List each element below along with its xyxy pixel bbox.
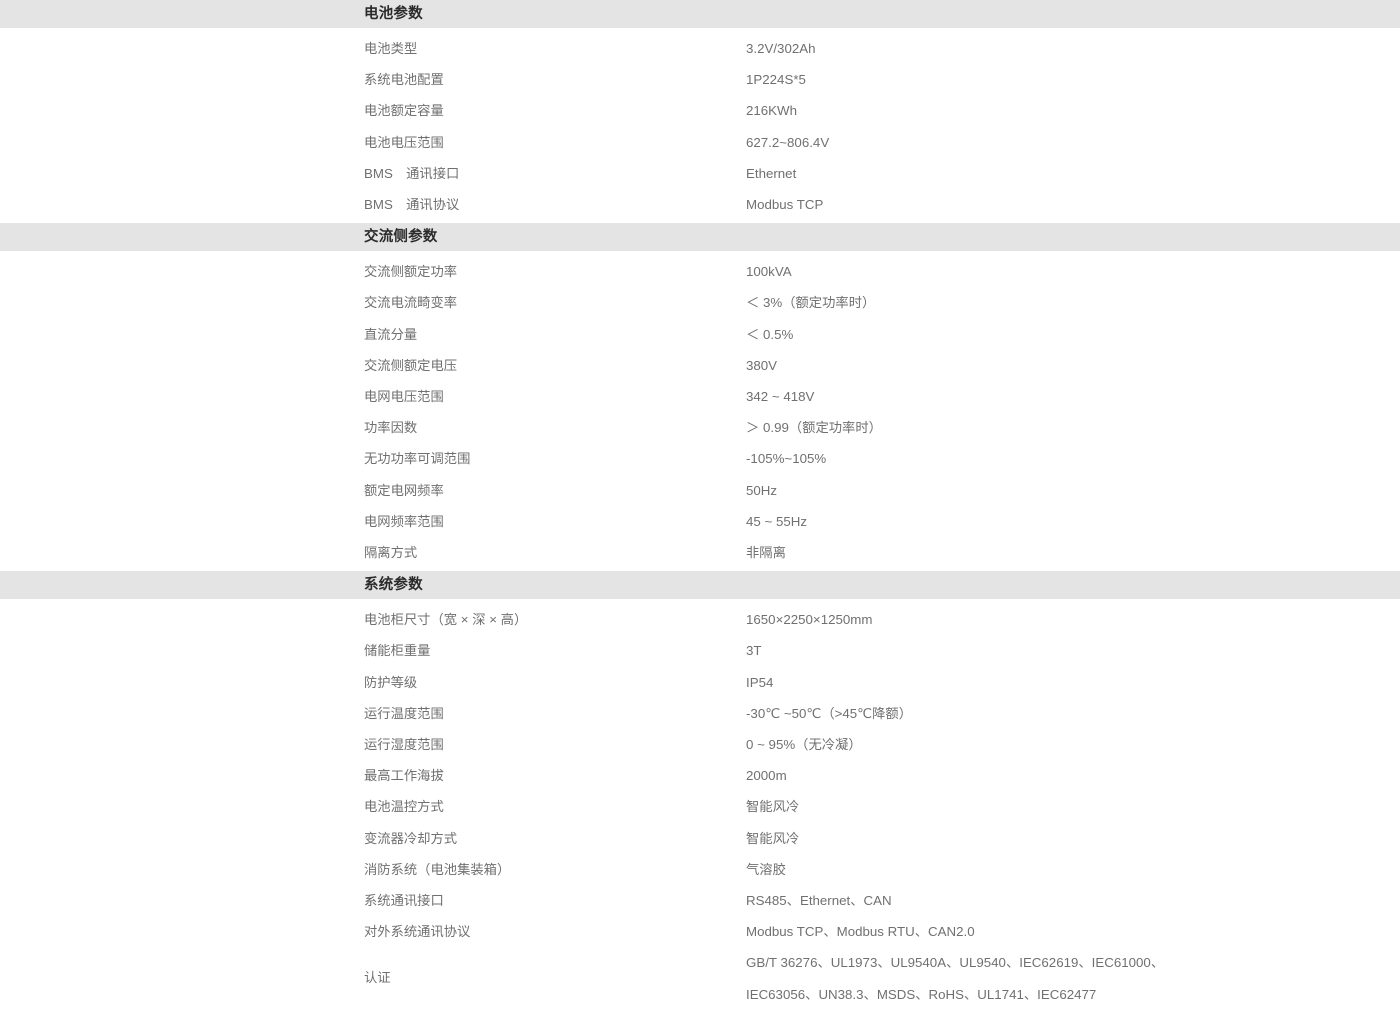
spec-row: 交流电流畸变率 ＜ 3%（额定功率时） (0, 287, 1400, 318)
spec-value: 3.2V/302Ah (746, 41, 816, 56)
spec-row: 防护等级 IP54 (0, 667, 1400, 698)
spec-label: 无功功率可调范围 (364, 451, 471, 467)
spec-label: 认证 (364, 970, 391, 986)
certification-line: IEC63056、UN38.3、MSDS、RoHS、UL1741、IEC6247… (746, 986, 1097, 1002)
spec-label: 电池类型 (364, 41, 418, 56)
section-header-battery-parameters: 电池参数 (0, 0, 1400, 28)
spec-value: 3T (746, 643, 762, 659)
spec-value: 380V (746, 357, 778, 373)
spec-value: 智能风冷 (746, 830, 800, 846)
spec-row: 系统电池配置 1P224S*5 (0, 64, 1400, 95)
spec-value: 342 ~ 418V (746, 389, 815, 405)
spec-row: 电池额定容量 216KWh (0, 95, 1400, 126)
spec-row: 变流器冷却方式 智能风冷 (0, 823, 1400, 854)
spec-label: 变流器冷却方式 (364, 830, 458, 846)
spec-value: GB/T 36276、UL1973、UL9540A、UL9540、IEC6261… (746, 947, 1400, 1009)
spec-label: 功率因数 (364, 420, 418, 436)
spec-value: 100kVA (746, 264, 792, 280)
spec-row: 储能柜重量 3T (0, 635, 1400, 666)
section-title: 系统参数 (364, 577, 423, 593)
spec-row: 运行温度范围 -30℃ ~50℃（>45℃降额） (0, 698, 1400, 729)
spec-value: Ethernet (746, 165, 797, 181)
section-title: 电池参数 (364, 5, 423, 22)
spec-value: IP54 (746, 674, 774, 690)
section-title: 交流侧参数 (364, 228, 438, 245)
spec-label: 电池温控方式 (364, 799, 444, 815)
spec-row: BMS 通讯协议 Modbus TCP (0, 189, 1400, 220)
section-rows-battery-parameters: 电池类型 3.2V/302Ah 系统电池配置 1P224S*5 电池额定容量 2… (0, 33, 1400, 220)
spec-row-certification: 认证 GB/T 36276、UL1973、UL9540A、UL9540、IEC6… (0, 947, 1400, 1009)
spec-value: 50Hz (746, 482, 778, 498)
certification-line: GB/T 36276、UL1973、UL9540A、UL9540、IEC6261… (746, 955, 1165, 971)
spec-row: 电池温控方式 智能风冷 (0, 791, 1400, 822)
spec-value: ＜ 0.5% (746, 326, 794, 342)
spec-label: 电网频率范围 (364, 513, 444, 529)
spec-label: 额定电网频率 (364, 482, 444, 498)
spec-value: 0 ~ 95%（无冷凝） (746, 737, 862, 753)
spec-label: BMS 通讯协议 (364, 197, 460, 213)
spec-label: 运行温度范围 (364, 705, 444, 721)
spec-row: BMS 通讯接口 Ethernet (0, 158, 1400, 189)
spec-value: ＞ 0.99（额定功率时） (746, 420, 882, 436)
spec-label: 电池电压范围 (364, 134, 444, 150)
spec-label: 交流电流畸变率 (364, 295, 458, 311)
spec-value: 2000m (746, 768, 787, 784)
spec-label: 交流侧额定功率 (364, 264, 458, 280)
spec-label: 防护等级 (364, 674, 418, 690)
spec-label: 对外系统通讯协议 (364, 924, 471, 940)
spec-value: ＜ 3%（额定功率时） (746, 295, 876, 311)
spec-row: 交流侧额定功率 100kVA (0, 256, 1400, 287)
spec-row: 隔离方式 非隔离 (0, 537, 1400, 568)
spec-row: 消防系统（电池集装箱） 气溶胶 (0, 854, 1400, 885)
spec-row: 电网电压范围 342 ~ 418V (0, 381, 1400, 412)
section-rows-ac-side-parameters: 交流侧额定功率 100kVA 交流电流畸变率 ＜ 3%（额定功率时） 直流分量 … (0, 256, 1400, 568)
spec-sheet: 电池参数 电池类型 3.2V/302Ah 系统电池配置 1P224S*5 电池额… (0, 0, 1400, 1033)
spec-row: 直流分量 ＜ 0.5% (0, 319, 1400, 350)
spec-label: 电网电压范围 (364, 389, 444, 405)
spec-label: 直流分量 (364, 326, 418, 342)
section-rows-system-parameters: 电池柜尺寸（宽 × 深 × 高） 1650×2250×1250mm 储能柜重量 … (0, 604, 1400, 1010)
spec-value: -30℃ ~50℃（>45℃降额） (746, 705, 913, 721)
spec-row: 电池电压范围 627.2~806.4V (0, 127, 1400, 158)
spec-row: 交流侧额定电压 380V (0, 350, 1400, 381)
spec-value: 216KWh (746, 103, 797, 119)
section-header-system-parameters: 系统参数 (0, 571, 1400, 600)
spec-row: 电池类型 3.2V/302Ah (0, 33, 1400, 64)
spec-label: 系统通讯接口 (364, 893, 444, 909)
spec-row: 电网频率范围 45 ~ 55Hz (0, 506, 1400, 537)
spec-row: 运行湿度范围 0 ~ 95%（无冷凝） (0, 729, 1400, 760)
spec-row: 最高工作海拔 2000m (0, 760, 1400, 791)
spec-row: 功率因数 ＞ 0.99（额定功率时） (0, 412, 1400, 443)
spec-label: 消防系统（电池集装箱） (364, 861, 511, 877)
spec-value: RS485、Ethernet、CAN (746, 893, 892, 909)
spec-label: 储能柜重量 (364, 643, 431, 659)
spec-value: 45 ~ 55Hz (746, 513, 807, 529)
spec-label: 最高工作海拔 (364, 768, 444, 784)
spec-row: 对外系统通讯协议 Modbus TCP、Modbus RTU、CAN2.0 (0, 916, 1400, 947)
spec-row: 电池柜尺寸（宽 × 深 × 高） 1650×2250×1250mm (0, 604, 1400, 635)
spec-value: Modbus TCP、Modbus RTU、CAN2.0 (746, 924, 975, 940)
spec-label: BMS 通讯接口 (364, 165, 460, 181)
spec-label: 电池柜尺寸（宽 × 深 × 高） (364, 612, 528, 628)
spec-label: 隔离方式 (364, 545, 418, 561)
section-header-ac-side-parameters: 交流侧参数 (0, 223, 1400, 252)
spec-value: 1P224S*5 (746, 72, 806, 88)
spec-value: -105%~105% (746, 451, 827, 467)
spec-value: 非隔离 (746, 545, 786, 561)
spec-row: 系统通讯接口 RS485、Ethernet、CAN (0, 885, 1400, 916)
spec-value: 气溶胶 (746, 861, 786, 877)
spec-label: 交流侧额定电压 (364, 357, 458, 373)
spec-value: Modbus TCP (746, 197, 824, 213)
spec-label: 电池额定容量 (364, 103, 444, 119)
spec-row: 无功功率可调范围 -105%~105% (0, 443, 1400, 474)
spec-value: 智能风冷 (746, 799, 800, 815)
spec-label: 系统电池配置 (364, 72, 444, 88)
spec-value: 627.2~806.4V (746, 134, 830, 150)
spec-label: 运行湿度范围 (364, 737, 444, 753)
spec-value: 1650×2250×1250mm (746, 612, 873, 628)
spec-row: 额定电网频率 50Hz (0, 475, 1400, 506)
